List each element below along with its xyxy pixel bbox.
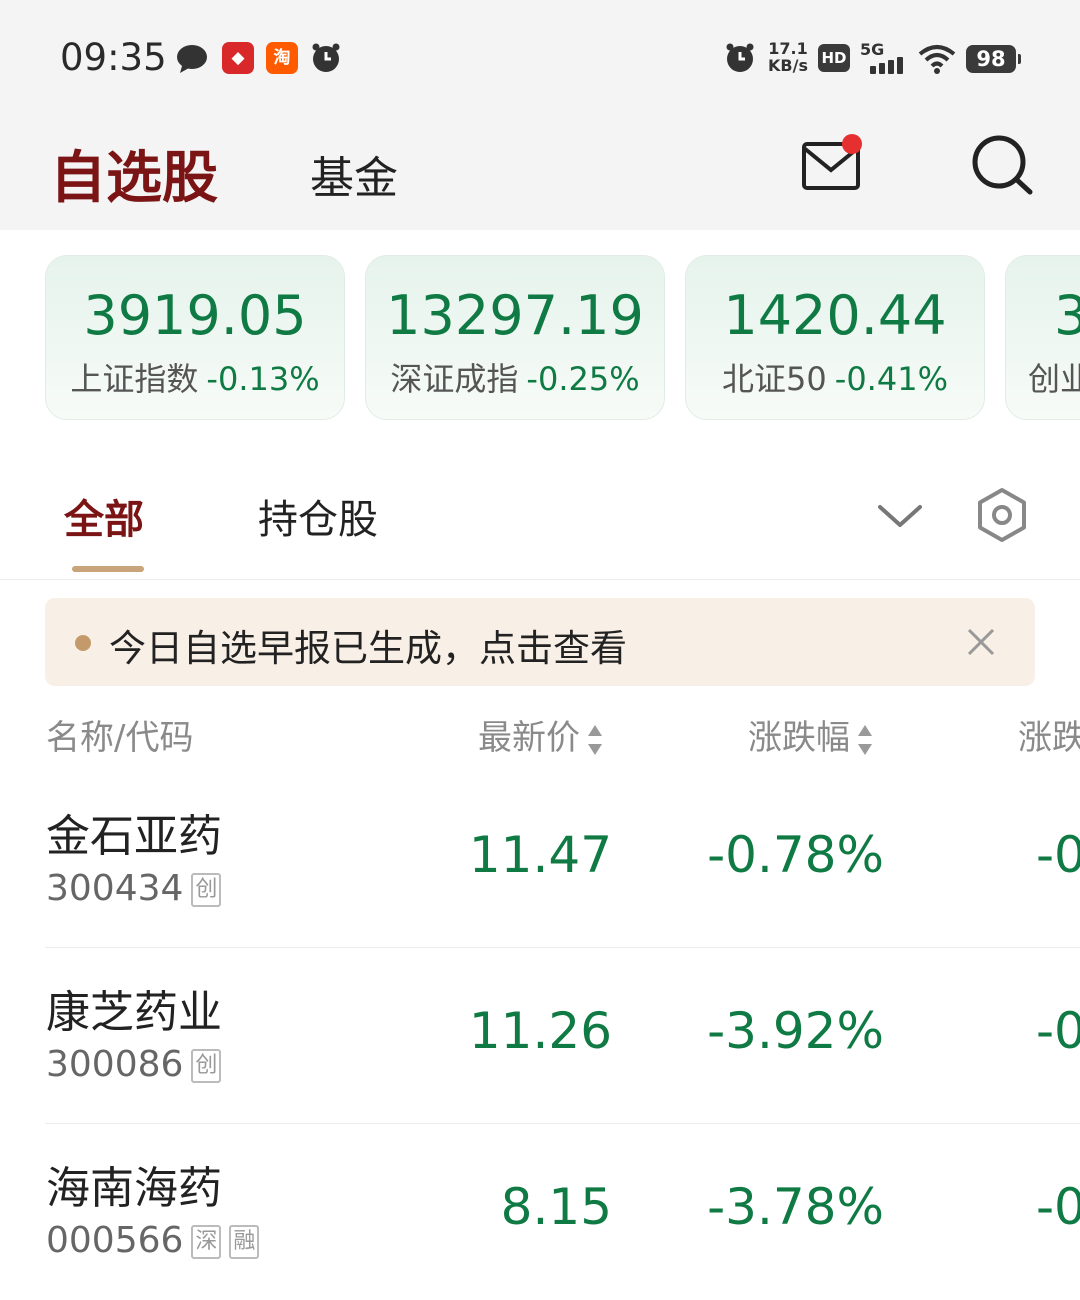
index-label: 上证指数 -0.13% [46, 354, 344, 400]
taobao-app-icon: 淘 [266, 42, 298, 74]
daily-report-banner[interactable]: 今日自选早报已生成，点击查看 [45, 598, 1035, 686]
chevron-down-icon[interactable] [876, 501, 924, 531]
stock-price: 11.47 [468, 826, 612, 884]
status-bar: 09:35 ◆ 淘 17.1 KB/s HD 5G 98 [0, 0, 1080, 120]
stock-code-line: 000566 深融 [46, 1220, 260, 1261]
stock-code: 300434 [46, 868, 184, 909]
index-change: -0.13% [206, 360, 320, 398]
stock-change-pct: -0.78% [707, 826, 884, 884]
close-icon[interactable] [965, 626, 997, 658]
wifi-icon [918, 45, 956, 74]
active-tab-indicator [72, 566, 144, 572]
watchlist-group-tabs: 全部 持仓股 [0, 445, 1080, 580]
index-card-shenzhen[interactable]: 13297.19 深证成指 -0.25% [365, 255, 665, 420]
stock-code: 000566 [46, 1220, 184, 1261]
index-name: 上证指数 [70, 360, 199, 398]
net-speed-value: 17.1 [768, 39, 808, 58]
tab-fund[interactable]: 基金 [310, 142, 398, 206]
column-change-amt[interactable]: 涨跌 [1018, 710, 1080, 759]
hd-badge: HD [818, 44, 850, 72]
battery-indicator: 98 [966, 45, 1021, 73]
column-name-code: 名称/代码 [46, 718, 194, 758]
table-row[interactable]: 金石亚药 300434 创 11.47 -0.78% -0 [0, 772, 1080, 948]
stock-name: 康芝药业 [46, 987, 222, 1038]
signal-strength-icon [870, 57, 903, 74]
index-label: 深证成指 -0.25% [366, 354, 664, 400]
column-latest-price[interactable]: 最新价 [478, 710, 604, 759]
notice-dot-icon [75, 635, 91, 651]
chat-bubble-icon [177, 45, 207, 73]
app-badge-red-icon: ◆ [222, 42, 254, 74]
market-tag: 创 [191, 1049, 222, 1083]
column-label: 涨跌幅 [748, 718, 850, 758]
app-header: 自选股 基金 [0, 120, 1080, 230]
table-row[interactable]: 海南海药 000566 深融 8.15 -3.78% -0 [0, 1124, 1080, 1300]
stock-change-amt: -0 [1036, 1002, 1080, 1060]
status-time: 09:35 [60, 36, 167, 79]
stock-price: 8.15 [500, 1178, 612, 1236]
market-tag: 创 [191, 873, 222, 907]
column-label: 最新价 [478, 718, 580, 758]
table-row[interactable]: 康芝药业 300086 创 11.26 -3.92% -0 [0, 948, 1080, 1124]
index-value: 3 [1054, 284, 1080, 347]
tab-holdings[interactable]: 持仓股 [258, 487, 378, 545]
sort-icon [858, 724, 872, 755]
stock-name: 金石亚药 [46, 811, 222, 862]
alarm-clock-icon [312, 43, 340, 72]
network-speed: 17.1 KB/s [766, 40, 810, 74]
message-mail-icon[interactable] [800, 134, 866, 194]
index-label: 创业 [1028, 354, 1080, 400]
stock-code: 300086 [46, 1044, 184, 1085]
tab-watchlist[interactable]: 自选股 [50, 133, 218, 214]
stock-change-pct: -3.92% [707, 1002, 884, 1060]
index-value: 13297.19 [386, 284, 644, 347]
index-value: 3919.05 [83, 284, 307, 347]
index-card-shanghai[interactable]: 3919.05 上证指数 -0.13% [45, 255, 345, 420]
stock-change-amt: -0 [1036, 1178, 1080, 1236]
stock-name: 海南海药 [46, 1163, 222, 1214]
index-card-bse50[interactable]: 1420.44 北证50 -0.41% [685, 255, 985, 420]
index-label: 北证50 -0.41% [686, 354, 984, 400]
stock-code-line: 300086 创 [46, 1044, 222, 1085]
table-header: 名称/代码 最新价 涨跌幅 涨跌 [0, 700, 1080, 770]
stock-code-line: 300434 创 [46, 868, 222, 909]
index-name: 深证成指 [390, 360, 519, 398]
index-card-chinext[interactable]: 3 创业 [1005, 255, 1080, 420]
index-change: -0.41% [834, 360, 948, 398]
alarm-clock-icon [726, 43, 754, 72]
stock-price: 11.26 [468, 1002, 612, 1060]
sort-icon [588, 724, 602, 755]
stock-change-pct: -3.78% [707, 1178, 884, 1236]
stock-change-amt: -0 [1036, 826, 1080, 884]
index-change: -0.25% [526, 360, 640, 398]
search-icon[interactable] [970, 132, 1036, 198]
tab-all[interactable]: 全部 [64, 487, 144, 545]
market-index-strip: 3919.05 上证指数 -0.13% 13297.19 深证成指 -0.25% 1… [0, 230, 1080, 445]
column-change-pct[interactable]: 涨跌幅 [748, 710, 874, 759]
notice-text: 今日自选早报已生成，点击查看 [109, 627, 627, 670]
index-name: 北证50 [722, 360, 827, 398]
market-tag: 深 [191, 1225, 222, 1259]
index-name: 创业 [1028, 360, 1080, 398]
margin-tag: 融 [229, 1225, 260, 1259]
net-speed-unit: KB/s [768, 56, 808, 75]
index-value: 1420.44 [723, 284, 947, 347]
settings-icon[interactable] [976, 487, 1028, 543]
